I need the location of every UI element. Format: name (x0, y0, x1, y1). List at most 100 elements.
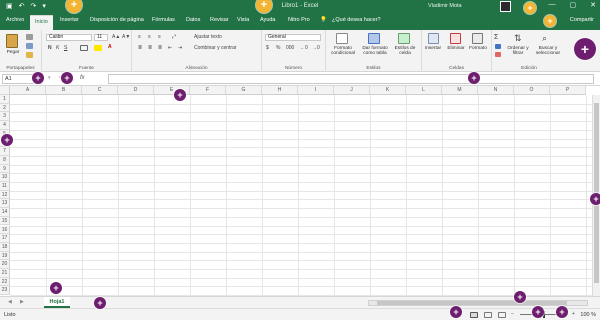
zoom-in-icon[interactable]: + (572, 311, 575, 317)
row-header[interactable]: 19 (0, 251, 10, 261)
row-header[interactable]: 18 (0, 242, 10, 252)
underline-button[interactable]: S (64, 45, 67, 51)
horizontal-scroll-thumb[interactable] (377, 301, 567, 305)
column-header[interactable]: C (82, 86, 118, 95)
row-header[interactable]: 9 (0, 164, 10, 174)
add-marker-icon[interactable]: + (1, 134, 13, 146)
customize-icon[interactable]: ▾ (42, 2, 46, 12)
column-header[interactable]: N (478, 86, 514, 95)
column-header[interactable]: O (514, 86, 550, 95)
align-left-icon[interactable]: ≣ (138, 45, 142, 51)
scroll-sheets-right-icon[interactable]: ▶ (20, 299, 24, 305)
borders-icon[interactable] (80, 45, 88, 51)
column-header[interactable]: F (190, 86, 226, 95)
find-select-button[interactable]: Buscar y seleccionar (532, 46, 564, 56)
add-marker-icon[interactable]: + (50, 282, 62, 294)
add-marker-icon[interactable]: + (468, 72, 480, 84)
comma-style-icon[interactable]: 000 (286, 45, 294, 51)
page-break-view-icon[interactable] (498, 312, 506, 318)
tab-revisar[interactable]: Revisar (210, 17, 229, 23)
sort-filter-icon[interactable]: ⇅ (514, 33, 522, 44)
row-header[interactable]: 14 (0, 208, 10, 217)
normal-view-icon[interactable] (470, 312, 478, 318)
row-header[interactable]: 22 (0, 277, 10, 287)
tab-formulas[interactable]: Fórmulas (152, 17, 175, 23)
redo-icon[interactable]: ↷ (31, 2, 37, 12)
paste-icon[interactable] (6, 34, 18, 48)
add-marker-icon[interactable]: + (32, 72, 44, 84)
row-header[interactable]: 15 (0, 216, 10, 226)
add-marker-icon[interactable]: + (574, 38, 596, 60)
tab-disposicion[interactable]: Disposición de página (90, 17, 144, 23)
tab-inicio[interactable]: Inicio (30, 15, 53, 30)
tell-me-search[interactable]: ¿Qué desea hacer? (332, 17, 381, 23)
user-name[interactable]: Vladimir Mota (428, 3, 462, 9)
cell-styles-button[interactable]: Estilos de celda (392, 46, 418, 56)
insert-cells-button[interactable]: Insertar (422, 46, 444, 51)
select-all-corner[interactable] (0, 86, 10, 95)
cut-icon[interactable] (26, 34, 33, 40)
orientation-icon[interactable]: ⤢ (172, 34, 176, 40)
insert-function-icon[interactable]: fx (80, 75, 85, 81)
tab-insertar[interactable]: Insertar (60, 17, 79, 23)
undo-icon[interactable]: ↶ (19, 2, 25, 12)
horizontal-scrollbar[interactable] (368, 300, 588, 306)
wrap-text-button[interactable]: Ajustar texto (194, 34, 222, 40)
column-header[interactable]: A (10, 86, 46, 95)
row-header[interactable]: 7 (0, 147, 10, 156)
column-header[interactable]: L (406, 86, 442, 95)
row-header[interactable]: 17 (0, 234, 10, 243)
cell-styles-icon[interactable] (398, 33, 410, 44)
add-marker-icon[interactable]: + (556, 306, 568, 318)
align-bottom-icon[interactable]: ≡ (158, 34, 161, 40)
row-header[interactable]: 12 (0, 190, 10, 200)
column-header[interactable]: I (298, 86, 334, 95)
italic-button[interactable]: K (56, 45, 59, 51)
grow-font-icon[interactable]: A▲ (112, 34, 120, 40)
row-header[interactable]: 16 (0, 225, 10, 235)
font-color-icon[interactable]: A (108, 44, 112, 50)
column-header[interactable]: B (46, 86, 82, 95)
add-marker-icon[interactable]: + (544, 15, 556, 27)
row-header[interactable]: 1 (0, 95, 10, 104)
tab-datos[interactable]: Datos (186, 17, 200, 23)
avatar[interactable] (500, 1, 511, 12)
tab-vista[interactable]: Vista (237, 17, 249, 23)
add-marker-icon[interactable]: + (590, 193, 600, 205)
paste-button[interactable]: Pegar (2, 50, 24, 55)
sheet-tab-hoja1[interactable]: Hoja1 (44, 297, 70, 308)
row-header[interactable]: 3 (0, 112, 10, 122)
conditional-format-button[interactable]: Formato condicional (328, 46, 358, 56)
delete-cells-button[interactable]: Eliminar (444, 46, 468, 51)
add-marker-icon[interactable]: + (524, 2, 536, 14)
column-header[interactable]: G (226, 86, 262, 95)
column-header[interactable]: K (370, 86, 406, 95)
column-header[interactable]: D (118, 86, 154, 95)
formula-input[interactable] (108, 74, 594, 84)
name-box-dropdown-icon[interactable]: ▾ (48, 75, 51, 81)
sort-filter-button[interactable]: Ordenar y filtrar (506, 46, 530, 56)
save-icon[interactable]: ▣ (6, 2, 13, 12)
zoom-level[interactable]: 100 % (580, 312, 596, 318)
format-painter-icon[interactable] (26, 52, 33, 58)
font-size-select[interactable]: 11 (94, 34, 108, 41)
format-cells-icon[interactable] (472, 33, 483, 44)
fill-icon[interactable] (495, 44, 501, 49)
shrink-font-icon[interactable]: A▼ (122, 34, 130, 40)
align-right-icon[interactable]: ≣ (158, 45, 162, 51)
worksheet-grid[interactable]: ABCDEFGHIJKLMNOP 12345678910111213141516… (0, 86, 600, 296)
scroll-sheets-left-icon[interactable]: ◀ (8, 299, 12, 305)
align-middle-icon[interactable]: ≡ (148, 34, 151, 40)
fill-color-icon[interactable] (94, 45, 102, 51)
share-button[interactable]: Compartir (570, 17, 594, 23)
conditional-format-icon[interactable] (336, 33, 348, 44)
maximize-icon[interactable]: ▢ (570, 1, 577, 9)
row-header[interactable]: 20 (0, 260, 10, 269)
bold-button[interactable]: N (48, 45, 52, 51)
add-marker-icon[interactable]: + (174, 89, 186, 101)
row-header[interactable]: 11 (0, 182, 10, 191)
increase-indent-icon[interactable]: ⇥ (178, 45, 182, 51)
currency-icon[interactable]: $ (266, 45, 269, 51)
row-header[interactable]: 10 (0, 173, 10, 182)
add-marker-icon[interactable]: + (532, 306, 544, 318)
